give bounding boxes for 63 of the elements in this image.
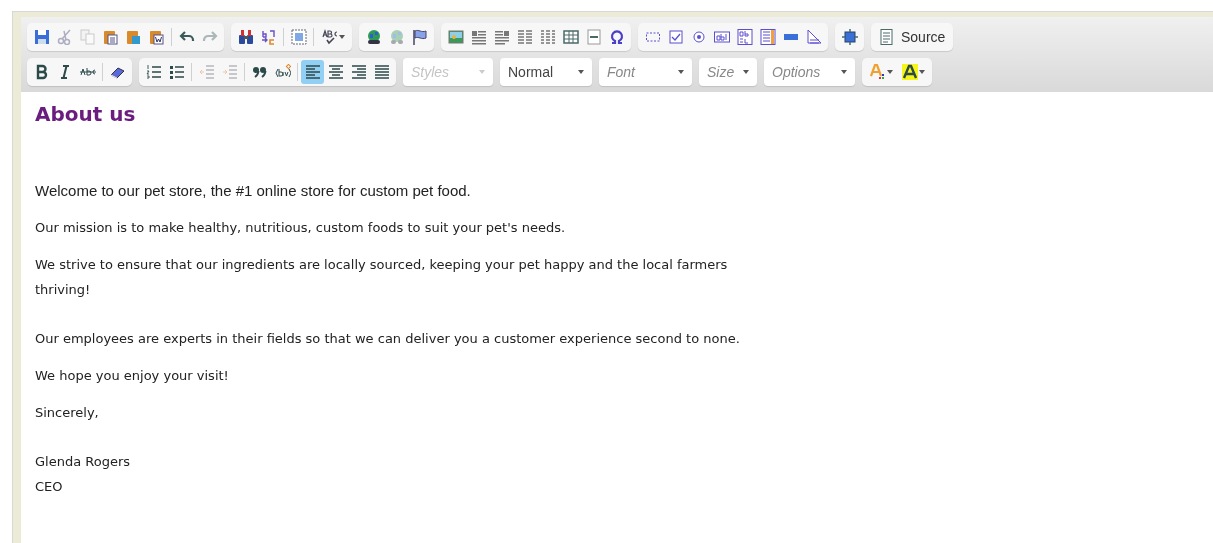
globe-icon bbox=[365, 29, 382, 45]
dropdown[interactable]: Size bbox=[699, 58, 757, 86]
outdent-icon bbox=[198, 64, 215, 80]
checkbox-icon bbox=[667, 29, 684, 45]
replace-icon bbox=[260, 29, 277, 45]
two-columns-icon bbox=[516, 29, 533, 45]
align-center-icon bbox=[327, 64, 344, 80]
dropdown[interactable]: Font bbox=[599, 58, 692, 86]
globe-icon bbox=[388, 29, 405, 45]
paragraph: We strive to ensure that our ingredients are locally sourced, keeping your pet happy and the local farmers thriving! bbox=[35, 256, 729, 299]
paragraph: Our mission is to make healthy, nutritious, custom foods to suit your pet's needs. bbox=[35, 219, 567, 237]
align-left-button[interactable] bbox=[301, 60, 324, 84]
dropdown[interactable]: Normal bbox=[500, 58, 592, 86]
dropdown[interactable]: Options bbox=[764, 58, 855, 86]
indent-icon bbox=[221, 64, 238, 80]
copy-icon bbox=[79, 29, 96, 45]
text-color-icon bbox=[869, 64, 886, 80]
caret-icon bbox=[743, 70, 749, 74]
paragraph: Welcome to our pet store, the #1 online store for custom pet food. bbox=[35, 181, 472, 201]
spellcheck-icon bbox=[321, 29, 338, 45]
text-area-icon bbox=[736, 29, 753, 45]
align-right-icon bbox=[350, 64, 367, 80]
paragraph: We hope you enjoy your visit! bbox=[35, 367, 230, 385]
text-field-icon bbox=[713, 29, 730, 45]
caret-icon bbox=[338, 35, 345, 39]
image-icon bbox=[447, 29, 464, 45]
table-icon bbox=[562, 29, 579, 45]
omega-icon bbox=[608, 29, 625, 45]
caret-icon bbox=[578, 70, 584, 74]
numbered-list-icon bbox=[145, 64, 162, 80]
radio-icon bbox=[690, 29, 707, 45]
page-heading: About us bbox=[35, 102, 137, 126]
div-icon bbox=[274, 64, 291, 80]
float-right-icon bbox=[493, 29, 510, 45]
document-icon bbox=[879, 29, 895, 45]
form-icon bbox=[644, 29, 661, 45]
flag-icon bbox=[411, 29, 428, 45]
job-title: CEO bbox=[35, 478, 64, 496]
clipboard-icon bbox=[125, 29, 142, 45]
chip-icon bbox=[841, 29, 858, 45]
save-icon bbox=[33, 29, 50, 45]
caret-icon bbox=[479, 70, 485, 74]
paragraph: Sincerely, bbox=[35, 404, 100, 422]
scissors-icon bbox=[56, 29, 73, 45]
caret-icon bbox=[841, 70, 847, 74]
source-button[interactable]: Source bbox=[874, 25, 951, 49]
signature-name: Glenda Rogers bbox=[35, 453, 132, 471]
select-all-icon bbox=[290, 29, 307, 45]
justify-icon bbox=[373, 64, 390, 80]
caret-icon bbox=[918, 70, 925, 74]
three-columns-icon bbox=[539, 29, 556, 45]
align-left-icon bbox=[304, 64, 321, 80]
binoculars-icon bbox=[237, 29, 254, 45]
background-color-icon bbox=[901, 64, 918, 80]
caret-icon bbox=[678, 70, 684, 74]
caret-icon bbox=[886, 70, 893, 74]
paragraph: Our employees are experts in their fields so that we can deliver you a customer experience second to none. bbox=[35, 330, 741, 348]
list-box-icon bbox=[759, 29, 776, 45]
clipboard-icon bbox=[148, 29, 165, 45]
quote-icon bbox=[251, 64, 268, 80]
bulleted-list-icon bbox=[168, 64, 185, 80]
float-left-icon bbox=[470, 29, 487, 45]
clipboard-icon bbox=[102, 29, 119, 45]
